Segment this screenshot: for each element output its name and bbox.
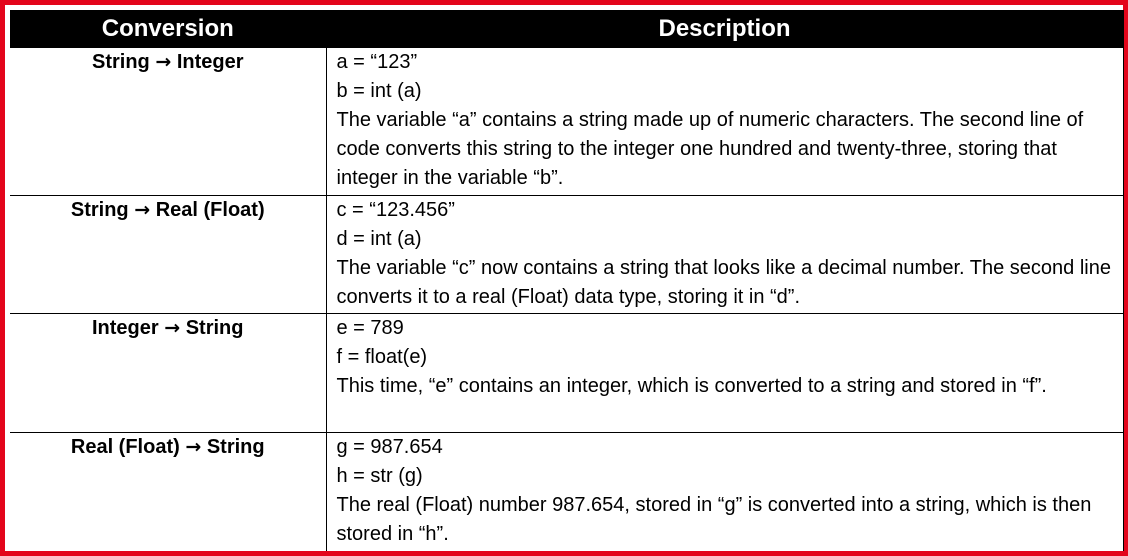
code-line: b = int (a) xyxy=(336,80,422,102)
description-cell: c = “123.456” d = int (a) The variable “… xyxy=(326,195,1124,314)
conversion-cell: String → Integer xyxy=(10,47,327,196)
arrow-right-icon: → xyxy=(164,317,181,339)
arrow-right-icon: → xyxy=(134,199,151,221)
red-border-frame: Conversion Description String → Integer … xyxy=(0,0,1128,556)
conversion-to: Real (Float) xyxy=(155,199,265,221)
description-text: The variable “a” contains a string made … xyxy=(336,109,1084,189)
code-line: g = 987.654 xyxy=(336,436,443,458)
code-line: f = float(e) xyxy=(336,346,428,368)
description-cell: e = 789 f = float(e) This time, “e” cont… xyxy=(326,313,1124,433)
code-line: a = “123” xyxy=(336,51,418,73)
table-row: Integer → String e = 789 f = float(e) Th… xyxy=(10,313,1124,433)
code-line: c = “123.456” xyxy=(336,199,455,221)
header-conversion: Conversion xyxy=(10,10,327,48)
conversion-from: String xyxy=(70,199,129,221)
description-cell: g = 987.654 h = str (g) The real (Float)… xyxy=(326,432,1124,551)
table-row: String → Integer a = “123” b = int (a) T… xyxy=(10,47,1124,196)
conversion-to: String xyxy=(206,436,265,458)
conversion-cell: Real (Float) → String xyxy=(10,432,327,551)
description-text: The variable “c” now contains a string t… xyxy=(336,257,1111,308)
table-row: Real (Float) → String g = 987.654 h = st… xyxy=(10,432,1124,551)
conversion-from: Real (Float) xyxy=(70,436,180,458)
conversion-from: Integer xyxy=(91,317,159,339)
conversion-to: Integer xyxy=(176,51,244,73)
arrow-right-icon: → xyxy=(155,51,172,73)
conversion-cell: String → Real (Float) xyxy=(10,195,327,314)
table-row: String → Real (Float) c = “123.456” d = … xyxy=(10,195,1124,314)
code-line: h = str (g) xyxy=(336,465,423,487)
description-text: This time, “e” contains an integer, whic… xyxy=(336,375,1047,397)
conversion-from: String xyxy=(91,51,150,73)
conversion-table: Conversion Description String → Integer … xyxy=(10,10,1124,551)
code-line: e = 789 xyxy=(336,317,404,339)
conversion-cell: Integer → String xyxy=(10,313,327,433)
code-line: d = int (a) xyxy=(336,228,422,250)
description-text: The real (Float) number 987.654, stored … xyxy=(336,494,1092,545)
conversion-to: String xyxy=(185,317,244,339)
header-description: Description xyxy=(326,10,1124,48)
header-row: Conversion Description xyxy=(10,10,1124,48)
description-cell: a = “123” b = int (a) The variable “a” c… xyxy=(326,47,1124,196)
arrow-right-icon: → xyxy=(185,436,202,458)
